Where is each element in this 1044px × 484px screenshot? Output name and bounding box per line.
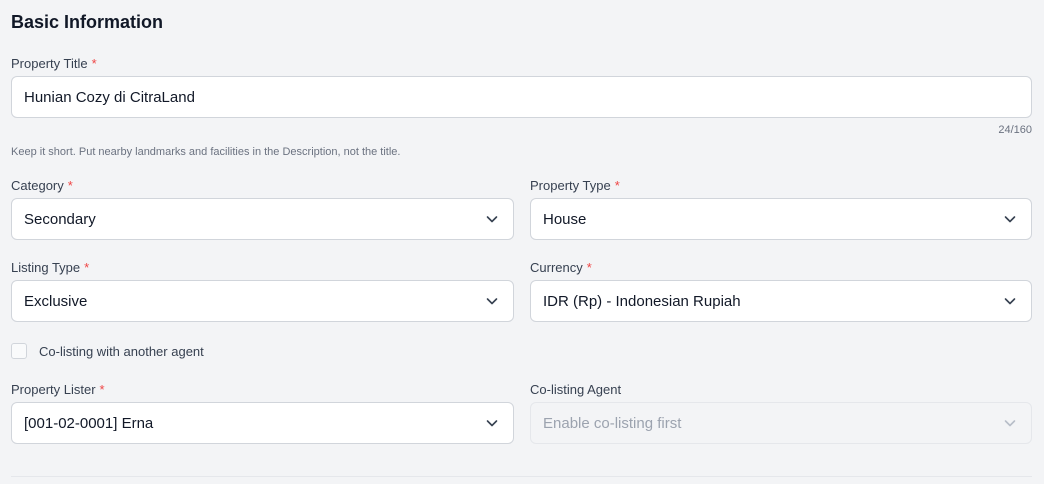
listing-type-value: Exclusive bbox=[24, 292, 88, 310]
category-value: Secondary bbox=[24, 210, 96, 228]
category-label-text: Category bbox=[11, 178, 64, 193]
property-lister-label: Property Lister * bbox=[11, 382, 105, 397]
chevron-down-icon bbox=[1003, 294, 1017, 308]
co-listing-label[interactable]: Co-listing with another agent bbox=[39, 344, 204, 359]
co-listing-agent-select: Enable co-listing first bbox=[530, 402, 1032, 444]
listing-type-label-text: Listing Type bbox=[11, 260, 81, 275]
chevron-down-icon bbox=[485, 416, 499, 430]
required-mark: * bbox=[99, 382, 105, 397]
chevron-down-icon bbox=[1003, 416, 1017, 430]
property-title-input[interactable]: Hunian Cozy di CitraLand bbox=[11, 76, 1032, 118]
chevron-down-icon bbox=[485, 294, 499, 308]
category-select[interactable]: Secondary bbox=[11, 198, 514, 240]
property-type-select[interactable]: House bbox=[530, 198, 1032, 240]
co-listing-row: Co-listing with another agent bbox=[11, 343, 204, 359]
property-title-counter: 24/160 bbox=[998, 124, 1032, 136]
co-listing-agent-label: Co-listing Agent bbox=[530, 382, 622, 397]
required-mark: * bbox=[84, 260, 90, 275]
property-type-label-text: Property Type bbox=[530, 178, 611, 193]
property-title-label: Property Title * bbox=[11, 56, 97, 71]
property-lister-value: [001-02-0001] Erna bbox=[24, 414, 154, 432]
required-mark: * bbox=[67, 178, 73, 193]
listing-type-label: Listing Type * bbox=[11, 260, 89, 275]
listing-type-select[interactable]: Exclusive bbox=[11, 280, 514, 322]
co-listing-agent-placeholder: Enable co-listing first bbox=[543, 414, 682, 432]
property-lister-select[interactable]: [001-02-0001] Erna bbox=[11, 402, 514, 444]
required-mark: * bbox=[614, 178, 620, 193]
currency-label: Currency * bbox=[530, 260, 592, 275]
section-title: Basic Information bbox=[11, 12, 164, 32]
category-label: Category * bbox=[11, 178, 73, 193]
property-title-value: Hunian Cozy di CitraLand bbox=[24, 88, 195, 106]
required-mark: * bbox=[586, 260, 592, 275]
property-lister-label-text: Property Lister bbox=[11, 382, 96, 397]
property-title-hint: Keep it short. Put nearby landmarks and … bbox=[11, 146, 401, 158]
currency-label-text: Currency bbox=[530, 260, 583, 275]
currency-value: IDR (Rp) - Indonesian Rupiah bbox=[543, 292, 741, 310]
currency-select[interactable]: IDR (Rp) - Indonesian Rupiah bbox=[530, 280, 1032, 322]
co-listing-checkbox[interactable] bbox=[11, 343, 27, 359]
property-type-label: Property Type * bbox=[530, 178, 620, 193]
chevron-down-icon bbox=[1003, 212, 1017, 226]
property-title-label-text: Property Title bbox=[11, 56, 88, 71]
section-divider bbox=[11, 476, 1032, 477]
required-mark: * bbox=[91, 56, 97, 71]
chevron-down-icon bbox=[485, 212, 499, 226]
property-type-value: House bbox=[543, 210, 587, 228]
